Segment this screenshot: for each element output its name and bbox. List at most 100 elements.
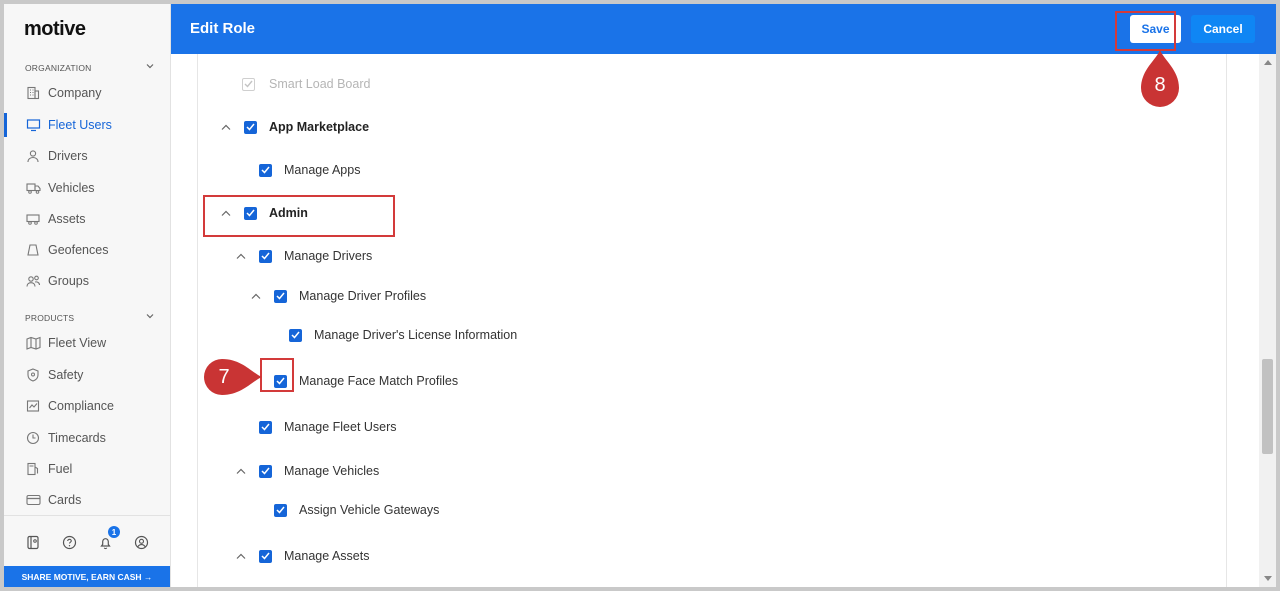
permission-row-manage-driver-profiles: Manage Driver Profiles	[198, 287, 598, 305]
permission-label: Admin	[269, 206, 308, 220]
permission-checkbox[interactable]	[259, 249, 272, 263]
sidebar-item-label: Company	[48, 86, 102, 100]
truck-icon	[25, 180, 41, 196]
section-products[interactable]: PRODUCTS	[25, 313, 155, 327]
chevron-up-icon[interactable]	[220, 207, 232, 219]
sidebar-item-fuel[interactable]: Fuel	[4, 455, 170, 483]
check-icon	[261, 252, 270, 260]
card-icon	[25, 492, 41, 508]
permission-label: Manage Vehicles	[284, 464, 380, 478]
map-icon	[25, 335, 41, 351]
step-8-marker: 8	[1154, 73, 1166, 96]
permission-row-manage-apps: Manage Apps	[198, 161, 598, 179]
chevron-up-icon[interactable]	[250, 290, 262, 302]
check-icon	[291, 331, 300, 339]
permission-checkbox[interactable]	[259, 549, 272, 563]
sidebar-item-fleet-users[interactable]: Fleet Users	[4, 111, 170, 139]
sidebar-item-compliance[interactable]: Compliance	[4, 392, 170, 420]
permission-checkbox[interactable]	[274, 374, 287, 388]
save-button[interactable]: Save	[1130, 15, 1181, 43]
sidebar-item-company[interactable]: Company	[4, 79, 170, 107]
motive-logo[interactable]: motive	[24, 18, 86, 41]
check-icon	[244, 80, 253, 88]
people-icon	[25, 273, 41, 289]
permission-label: Manage Face Match Profiles	[299, 374, 459, 388]
permission-label: Manage Driver Profiles	[299, 289, 427, 303]
sidebar-item-geofences[interactable]: Geofences	[4, 236, 170, 264]
permission-row-manage-vehicles: Manage Vehicles	[198, 462, 598, 480]
permission-checkbox[interactable]	[244, 206, 257, 220]
sidebar-item-label: Compliance	[48, 399, 115, 413]
fuel-icon	[25, 461, 41, 477]
scroll-thumb[interactable]	[1262, 359, 1273, 454]
check-icon	[261, 467, 270, 475]
sidebar-item-safety[interactable]: Safety	[4, 361, 170, 389]
check-icon	[261, 423, 270, 431]
sidebar-item-drivers[interactable]: Drivers	[4, 142, 170, 170]
permission-checkbox[interactable]	[289, 328, 302, 342]
chevron-up-icon[interactable]	[220, 121, 232, 133]
check-icon	[276, 292, 285, 300]
sidebar-item-label: Fleet Users	[48, 118, 112, 132]
permission-label: Manage Fleet Users	[284, 420, 397, 434]
permission-checkbox[interactable]	[244, 120, 257, 134]
permission-checkbox[interactable]	[259, 420, 272, 434]
permission-label: Assign Vehicle Gateways	[299, 503, 440, 517]
sidebar-item-label: Timecards	[48, 431, 106, 445]
permission-row-manage-drivers: Manage Drivers	[198, 247, 598, 265]
permission-checkbox	[242, 77, 255, 91]
sidebar-item-assets[interactable]: Assets	[4, 205, 170, 233]
help-center-icon[interactable]	[25, 534, 41, 550]
help-icon[interactable]	[61, 534, 77, 550]
sidebar-item-fleet-view[interactable]: Fleet View	[4, 329, 170, 357]
vertical-scrollbar[interactable]	[1259, 54, 1276, 587]
permission-checkbox[interactable]	[274, 289, 287, 303]
sidebar-item-groups[interactable]: Groups	[4, 267, 170, 295]
check-icon	[276, 377, 285, 385]
check-icon	[246, 209, 255, 217]
permission-checkbox[interactable]	[259, 464, 272, 478]
clock-icon	[25, 430, 41, 446]
chevron-up-icon[interactable]	[235, 465, 247, 477]
step-7-marker: 7	[218, 365, 230, 388]
permission-label: App Marketplace	[269, 120, 370, 134]
scroll-up-icon[interactable]	[1263, 58, 1272, 67]
sidebar-item-label: Safety	[48, 368, 84, 382]
account-icon[interactable]	[133, 534, 149, 550]
scroll-down-icon[interactable]	[1263, 574, 1272, 583]
section-organization[interactable]: ORGANIZATION	[25, 63, 155, 77]
sidebar-item-cards[interactable]: Cards	[4, 486, 170, 514]
section-label: PRODUCTS	[25, 313, 75, 323]
chevron-down-icon[interactable]	[145, 61, 155, 71]
chevron-down-icon[interactable]	[145, 311, 155, 321]
sidebar-footer: 1	[4, 515, 170, 565]
permission-label: Manage Drivers	[284, 249, 373, 263]
permissions-panel: Smart Load Board App Marketplace Manage …	[197, 54, 1227, 587]
chart-icon	[25, 398, 41, 414]
sidebar-item-label: Assets	[48, 212, 86, 226]
chevron-up-icon[interactable]	[235, 250, 247, 262]
check-icon	[261, 166, 270, 174]
person-icon	[25, 148, 41, 164]
permission-row-assign-vehicle-gateways: Assign Vehicle Gateways	[198, 501, 598, 519]
permission-label: Manage Apps	[284, 163, 361, 177]
permission-label: Manage Assets	[284, 549, 370, 563]
permission-checkbox[interactable]	[274, 503, 287, 517]
sidebar-item-label: Geofences	[48, 243, 109, 257]
sidebar-item-label: Groups	[48, 274, 89, 288]
permission-row-smart-load-board: Smart Load Board	[198, 75, 598, 93]
sidebar-item-vehicles[interactable]: Vehicles	[4, 174, 170, 202]
permission-label: Manage Driver's License Information	[314, 328, 518, 342]
sidebar-item-timecards[interactable]: Timecards	[4, 424, 170, 452]
check-icon	[276, 506, 285, 514]
section-label: ORGANIZATION	[25, 63, 92, 73]
cancel-button[interactable]: Cancel	[1191, 15, 1255, 43]
permission-label: Smart Load Board	[269, 77, 371, 91]
check-icon	[246, 123, 255, 131]
permission-row-app-marketplace: App Marketplace	[198, 118, 598, 136]
share-motive-banner[interactable]: SHARE MOTIVE, EARN CASH →	[4, 566, 170, 587]
chevron-up-icon[interactable]	[235, 550, 247, 562]
permission-checkbox[interactable]	[259, 163, 272, 177]
sidebar: motive ORGANIZATION Company Fleet Users …	[4, 4, 171, 587]
shield-icon	[25, 367, 41, 383]
